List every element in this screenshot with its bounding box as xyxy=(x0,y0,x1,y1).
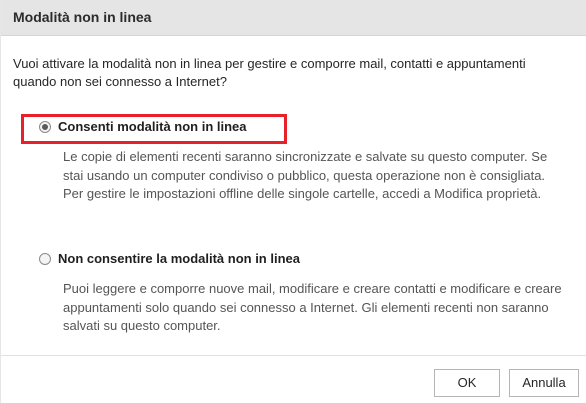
offline-mode-dialog: Modalità non in linea Vuoi attivare la m… xyxy=(0,0,586,403)
footer-divider xyxy=(1,355,586,356)
radio-deny-offline[interactable] xyxy=(39,253,51,265)
dialog-title: Modalità non in linea xyxy=(13,9,152,25)
dialog-question: Vuoi attivare la modalità non in linea p… xyxy=(13,56,526,89)
option-allow-offline-label[interactable]: Consenti modalità non in linea xyxy=(58,119,247,134)
radio-allow-offline[interactable] xyxy=(39,121,51,133)
option-allow-offline-description: Le copie di elementi recenti saranno sin… xyxy=(63,149,548,201)
dialog-titlebar: Modalità non in linea xyxy=(1,0,586,36)
cancel-button[interactable]: Annulla xyxy=(509,369,579,397)
option-deny-offline-label[interactable]: Non consentire la modalità non in linea xyxy=(58,251,300,266)
option-deny-offline-description: Puoi leggere e comporre nuove mail, modi… xyxy=(63,281,562,333)
ok-button[interactable]: OK xyxy=(434,369,500,397)
